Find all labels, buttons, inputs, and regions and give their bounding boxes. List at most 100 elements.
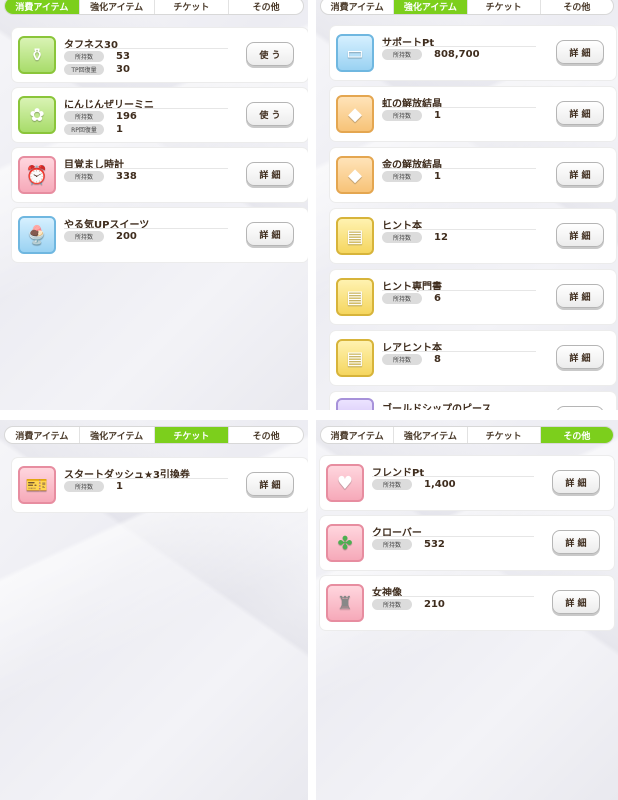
carrot-jelly-icon: ✿ (18, 96, 56, 134)
owned-label: 所持数 (372, 599, 412, 610)
detail-button[interactable]: 詳 細 (556, 101, 604, 125)
tab-tickets[interactable]: チケット (154, 427, 230, 443)
list-item: ✤ クローバー 所持数 532 詳 細 (320, 516, 614, 570)
rare-hint-book-icon: ▤ (336, 339, 374, 377)
owned-label: 所持数 (64, 171, 104, 182)
tab-consumables[interactable]: 消費アイテム (5, 0, 80, 14)
owned-count: 1 (434, 110, 441, 121)
rp-recovery-value: 1 (116, 124, 123, 135)
use-button[interactable]: 使 う (246, 42, 294, 66)
owned-label: 所持数 (64, 481, 104, 492)
list-item: ◆ 金の解放結晶 所持数 1 詳 細 (330, 148, 616, 202)
tab-tickets[interactable]: チケット (155, 0, 230, 14)
category-tabs: 消費アイテム 強化アイテム チケット その他 (4, 426, 304, 444)
tab-other[interactable]: その他 (229, 0, 303, 14)
parfait-icon: 🍨 (18, 216, 56, 254)
owned-count: 808,700 (434, 49, 480, 60)
tab-enhancement[interactable]: 強化アイテム (80, 427, 155, 443)
owned-count: 6 (434, 293, 441, 304)
tp-recovery-label: TP回復量 (64, 64, 104, 75)
list-item: ⏰ 目覚まし時計 所持数 338 詳 細 (12, 148, 308, 202)
tab-consumables[interactable]: 消費アイテム (321, 0, 395, 14)
owned-count: 1,400 (424, 479, 456, 490)
list-item: ⚱ タフネス30 所持数 53 TP回復量 30 使 う (12, 28, 308, 82)
owned-count: 53 (116, 51, 130, 62)
tp-recovery-value: 30 (116, 64, 130, 75)
list-item: ▭ サポートPt 所持数 808,700 詳 細 (330, 26, 616, 80)
drink-bottle-icon: ⚱ (18, 36, 56, 74)
detail-button[interactable]: 詳 細 (556, 40, 604, 64)
list-item: ◆ 虹の解放結晶 所持数 1 詳 細 (330, 87, 616, 141)
owned-label: 所持数 (382, 232, 422, 243)
list-item: 🍨 やる気UPスイーツ 所持数 200 詳 細 (12, 208, 308, 262)
tab-other[interactable]: その他 (541, 0, 613, 14)
list-item: ▤ ヒント本 所持数 12 詳 細 (330, 209, 616, 263)
owned-label: 所持数 (372, 539, 412, 550)
detail-button[interactable]: 詳 細 (556, 223, 604, 247)
owned-label: 所持数 (64, 231, 104, 242)
owned-count: 1 (434, 171, 441, 182)
detail-button[interactable]: 詳 細 (246, 472, 294, 496)
tab-enhancement[interactable]: 強化アイテム (80, 0, 155, 14)
use-button[interactable]: 使 う (246, 102, 294, 126)
owned-count: 196 (116, 111, 137, 122)
owned-count: 1 (116, 481, 123, 492)
tab-consumables[interactable]: 消費アイテム (5, 427, 80, 443)
detail-button[interactable]: 詳 細 (556, 406, 604, 410)
category-tabs: 消費アイテム 強化アイテム チケット その他 (4, 0, 304, 15)
ticket-icon: 🎫 (18, 466, 56, 504)
tab-tickets[interactable]: チケット (468, 0, 541, 14)
clover-icon: ✤ (326, 524, 364, 562)
list-item: ♥ フレンドPt 所持数 1,400 詳 細 (320, 456, 614, 510)
owned-label: 所持数 (64, 51, 104, 62)
owned-label: 所持数 (372, 479, 412, 490)
list-item: ▤ ヒント専門書 所持数 6 詳 細 (330, 270, 616, 324)
list-item: ▤ レアヒント本 所持数 8 詳 細 (330, 331, 616, 385)
tab-tickets[interactable]: チケット (468, 427, 541, 443)
item-list: 🎫 スタートダッシュ★3引換券 所持数 1 詳 細 (12, 458, 308, 518)
hint-book-icon: ▤ (336, 217, 374, 255)
owned-count: 12 (434, 232, 448, 243)
tab-enhancement[interactable]: 強化アイテム (394, 0, 468, 14)
owned-count: 8 (434, 354, 441, 365)
owned-count: 338 (116, 171, 137, 182)
detail-button[interactable]: 詳 細 (556, 345, 604, 369)
detail-button[interactable]: 詳 細 (552, 530, 600, 554)
detail-button[interactable]: 詳 細 (552, 470, 600, 494)
owned-count: 200 (116, 231, 137, 242)
owned-label: 所持数 (64, 111, 104, 122)
detail-button[interactable]: 詳 細 (246, 162, 294, 186)
detail-button[interactable]: 詳 細 (246, 222, 294, 246)
tab-enhancement[interactable]: 強化アイテム (394, 427, 468, 443)
detail-button[interactable]: 詳 細 (556, 162, 604, 186)
item-list: ⚱ タフネス30 所持数 53 TP回復量 30 使 う ✿ にんじんぜリーミニ 所… (12, 28, 308, 268)
rainbow-crystal-icon: ◆ (336, 95, 374, 133)
consumables-panel: 消費アイテム 強化アイテム チケット その他 ⚱ タフネス30 所持数 53 TP… (0, 0, 308, 410)
owned-count: 210 (424, 599, 445, 610)
piece-icon: ✦ (336, 398, 374, 410)
list-item: ✦ ゴールドシップのピース 詳 細 (330, 392, 616, 410)
tickets-panel: 消費アイテム 強化アイテム チケット その他 🎫 スタートダッシュ★3引換券 所… (0, 420, 308, 800)
alarm-clock-icon: ⏰ (18, 156, 56, 194)
owned-count: 532 (424, 539, 445, 550)
enhancement-panel: 消費アイテム 強化アイテム チケット その他 ▭ サポートPt 所持数 808,7… (316, 0, 618, 410)
rp-recovery-label: RP回復量 (64, 124, 104, 135)
other-panel: 消費アイテム 強化アイテム チケット その他 ♥ フレンドPt 所持数 1,400… (316, 420, 618, 800)
item-name: ゴールドシップのピース (382, 404, 492, 410)
tab-other[interactable]: その他 (540, 427, 613, 443)
gold-crystal-icon: ◆ (336, 156, 374, 194)
item-list: ▭ サポートPt 所持数 808,700 詳 細 ◆ 虹の解放結晶 所持数 1 詳 … (330, 26, 616, 410)
handshake-heart-icon: ♥ (326, 464, 364, 502)
owned-label: 所持数 (382, 171, 422, 182)
list-item: ♜ 女神像 所持数 210 詳 細 (320, 576, 614, 630)
item-list: ♥ フレンドPt 所持数 1,400 詳 細 ✤ クローバー 所持数 532 詳 細… (320, 456, 614, 636)
detail-button[interactable]: 詳 細 (552, 590, 600, 614)
goddess-statue-icon: ♜ (326, 584, 364, 622)
detail-button[interactable]: 詳 細 (556, 284, 604, 308)
tab-consumables[interactable]: 消費アイテム (321, 427, 395, 443)
owned-label: 所持数 (382, 110, 422, 121)
list-item: 🎫 スタートダッシュ★3引換券 所持数 1 詳 細 (12, 458, 308, 512)
category-tabs: 消費アイテム 強化アイテム チケット その他 (320, 0, 614, 15)
owned-label: 所持数 (382, 49, 422, 60)
tab-other[interactable]: その他 (229, 427, 303, 443)
